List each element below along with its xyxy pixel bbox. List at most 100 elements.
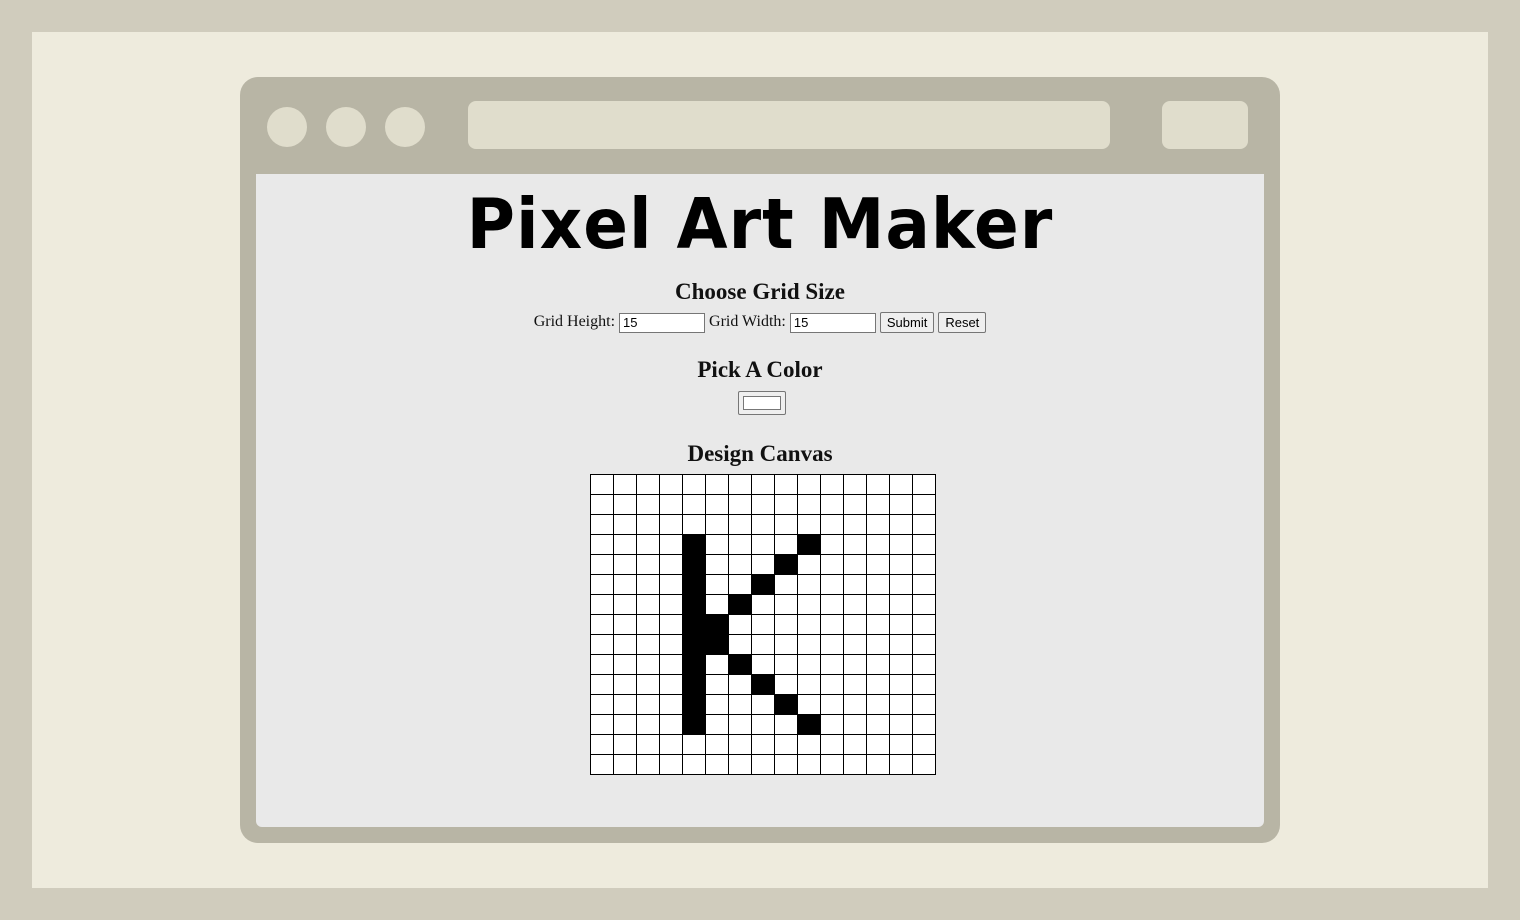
canvas-cell[interactable] xyxy=(843,514,867,535)
canvas-cell[interactable] xyxy=(820,514,844,535)
canvas-cell[interactable] xyxy=(590,754,614,775)
canvas-cell[interactable] xyxy=(912,714,936,735)
canvas-cell[interactable] xyxy=(659,554,683,575)
canvas-cell[interactable] xyxy=(751,494,775,515)
canvas-cell[interactable] xyxy=(613,474,637,495)
canvas-cell[interactable] xyxy=(843,574,867,595)
canvas-cell[interactable] xyxy=(820,474,844,495)
canvas-cell[interactable] xyxy=(889,474,913,495)
canvas-cell[interactable] xyxy=(590,554,614,575)
canvas-cell[interactable] xyxy=(705,474,729,495)
canvas-cell[interactable] xyxy=(659,654,683,675)
canvas-cell[interactable] xyxy=(728,654,752,675)
canvas-cell[interactable] xyxy=(682,494,706,515)
canvas-cell[interactable] xyxy=(866,614,890,635)
canvas-cell[interactable] xyxy=(843,674,867,695)
canvas-cell[interactable] xyxy=(682,654,706,675)
canvas-cell[interactable] xyxy=(774,514,798,535)
canvas-cell[interactable] xyxy=(705,494,729,515)
canvas-cell[interactable] xyxy=(682,754,706,775)
canvas-cell[interactable] xyxy=(797,554,821,575)
canvas-cell[interactable] xyxy=(866,494,890,515)
canvas-cell[interactable] xyxy=(636,734,660,755)
canvas-cell[interactable] xyxy=(590,714,614,735)
canvas-cell[interactable] xyxy=(705,634,729,655)
canvas-cell[interactable] xyxy=(843,714,867,735)
canvas-cell[interactable] xyxy=(613,574,637,595)
canvas-cell[interactable] xyxy=(705,534,729,555)
canvas-cell[interactable] xyxy=(866,554,890,575)
canvas-cell[interactable] xyxy=(912,594,936,615)
canvas-cell[interactable] xyxy=(774,574,798,595)
canvas-cell[interactable] xyxy=(797,674,821,695)
canvas-cell[interactable] xyxy=(590,534,614,555)
canvas-cell[interactable] xyxy=(590,574,614,595)
canvas-cell[interactable] xyxy=(774,494,798,515)
canvas-cell[interactable] xyxy=(820,694,844,715)
canvas-cell[interactable] xyxy=(705,554,729,575)
canvas-cell[interactable] xyxy=(705,674,729,695)
canvas-cell[interactable] xyxy=(659,714,683,735)
canvas-cell[interactable] xyxy=(889,654,913,675)
canvas-cell[interactable] xyxy=(889,754,913,775)
canvas-cell[interactable] xyxy=(797,494,821,515)
window-close-dot[interactable] xyxy=(267,107,307,147)
canvas-cell[interactable] xyxy=(797,594,821,615)
canvas-cell[interactable] xyxy=(590,694,614,715)
canvas-cell[interactable] xyxy=(705,654,729,675)
canvas-cell[interactable] xyxy=(590,734,614,755)
grid-width-input[interactable] xyxy=(789,312,876,333)
canvas-cell[interactable] xyxy=(728,714,752,735)
canvas-cell[interactable] xyxy=(820,734,844,755)
canvas-cell[interactable] xyxy=(590,634,614,655)
canvas-cell[interactable] xyxy=(705,694,729,715)
canvas-cell[interactable] xyxy=(774,594,798,615)
canvas-cell[interactable] xyxy=(751,614,775,635)
canvas-cell[interactable] xyxy=(797,474,821,495)
canvas-cell[interactable] xyxy=(820,494,844,515)
canvas-cell[interactable] xyxy=(659,534,683,555)
canvas-cell[interactable] xyxy=(797,694,821,715)
color-picker[interactable] xyxy=(738,391,786,415)
canvas-cell[interactable] xyxy=(613,614,637,635)
canvas-cell[interactable] xyxy=(912,694,936,715)
pixel-canvas[interactable] xyxy=(590,474,936,775)
canvas-cell[interactable] xyxy=(705,594,729,615)
canvas-cell[interactable] xyxy=(636,694,660,715)
canvas-cell[interactable] xyxy=(636,514,660,535)
canvas-cell[interactable] xyxy=(797,574,821,595)
canvas-cell[interactable] xyxy=(889,714,913,735)
canvas-cell[interactable] xyxy=(682,514,706,535)
reset-button[interactable]: Reset xyxy=(938,312,987,333)
canvas-cell[interactable] xyxy=(682,554,706,575)
canvas-cell[interactable] xyxy=(843,534,867,555)
canvas-cell[interactable] xyxy=(728,614,752,635)
canvas-cell[interactable] xyxy=(866,754,890,775)
canvas-cell[interactable] xyxy=(774,714,798,735)
canvas-cell[interactable] xyxy=(889,554,913,575)
canvas-cell[interactable] xyxy=(636,614,660,635)
canvas-cell[interactable] xyxy=(682,734,706,755)
canvas-cell[interactable] xyxy=(613,734,637,755)
canvas-cell[interactable] xyxy=(705,574,729,595)
canvas-cell[interactable] xyxy=(889,514,913,535)
canvas-cell[interactable] xyxy=(636,674,660,695)
canvas-cell[interactable] xyxy=(820,614,844,635)
canvas-cell[interactable] xyxy=(590,494,614,515)
canvas-cell[interactable] xyxy=(797,634,821,655)
canvas-cell[interactable] xyxy=(590,674,614,695)
canvas-cell[interactable] xyxy=(613,534,637,555)
canvas-cell[interactable] xyxy=(843,554,867,575)
canvas-cell[interactable] xyxy=(682,714,706,735)
canvas-cell[interactable] xyxy=(774,694,798,715)
canvas-cell[interactable] xyxy=(705,734,729,755)
canvas-cell[interactable] xyxy=(636,574,660,595)
canvas-cell[interactable] xyxy=(797,734,821,755)
canvas-cell[interactable] xyxy=(774,754,798,775)
canvas-cell[interactable] xyxy=(636,534,660,555)
canvas-cell[interactable] xyxy=(613,554,637,575)
canvas-cell[interactable] xyxy=(866,694,890,715)
canvas-cell[interactable] xyxy=(866,594,890,615)
canvas-cell[interactable] xyxy=(751,694,775,715)
canvas-cell[interactable] xyxy=(866,634,890,655)
